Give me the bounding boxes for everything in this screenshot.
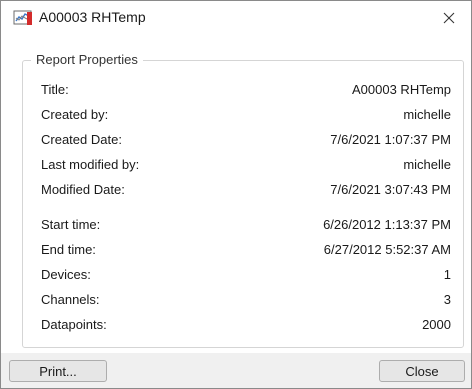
close-icon <box>443 12 455 24</box>
close-button[interactable]: Close <box>379 360 465 382</box>
property-label: Channels: <box>41 292 100 307</box>
property-row-datapoints: Datapoints: 2000 <box>41 317 451 337</box>
property-value: 2000 <box>422 317 451 332</box>
report-chart-icon <box>13 10 32 25</box>
button-bar: Print... Close <box>1 353 471 388</box>
property-row-created-by: Created by: michelle <box>41 107 451 127</box>
property-value: 6/26/2012 1:13:37 PM <box>323 217 451 232</box>
property-row-channels: Channels: 3 <box>41 292 451 312</box>
property-row-created-date: Created Date: 7/6/2021 1:07:37 PM <box>41 132 451 152</box>
property-label: Created by: <box>41 107 109 122</box>
window-title: A00003 RHTemp <box>39 9 146 25</box>
window-close-button[interactable] <box>427 1 471 35</box>
print-button[interactable]: Print... <box>9 360 107 382</box>
property-label: Modified Date: <box>41 182 125 197</box>
title-bar: A00003 RHTemp <box>1 1 471 35</box>
property-value: michelle <box>403 107 451 122</box>
property-value: michelle <box>403 157 451 172</box>
property-row-title: Title: A00003 RHTemp <box>41 82 451 102</box>
report-properties-group: Report Properties Title: A00003 RHTemp C… <box>22 52 464 348</box>
property-label: Last modified by: <box>41 157 140 172</box>
property-value: 3 <box>443 292 451 307</box>
group-legend: Report Properties <box>31 52 143 67</box>
property-row-modified-date: Modified Date: 7/6/2021 3:07:43 PM <box>41 182 451 202</box>
property-value: 7/6/2021 3:07:43 PM <box>330 182 451 197</box>
property-value: A00003 RHTemp <box>352 82 451 97</box>
property-label: End time: <box>41 242 96 257</box>
property-row-last-modified-by: Last modified by: michelle <box>41 157 451 177</box>
property-label: Created Date: <box>41 132 122 147</box>
property-value: 6/27/2012 5:52:37 AM <box>323 242 451 257</box>
property-row-devices: Devices: 1 <box>41 267 451 287</box>
report-properties-dialog: A00003 RHTemp Report Properties Title: A… <box>0 0 472 389</box>
property-label: Title: <box>41 82 69 97</box>
property-row-start-time: Start time: 6/26/2012 1:13:37 PM <box>41 217 451 237</box>
property-row-end-time: End time: 6/27/2012 5:52:37 AM <box>41 242 451 262</box>
property-value: 1 <box>443 267 451 282</box>
property-label: Start time: <box>41 217 101 232</box>
property-label: Datapoints: <box>41 317 107 332</box>
property-label: Devices: <box>41 267 91 282</box>
property-value: 7/6/2021 1:07:37 PM <box>330 132 451 147</box>
dialog-body: Report Properties Title: A00003 RHTemp C… <box>1 35 471 388</box>
